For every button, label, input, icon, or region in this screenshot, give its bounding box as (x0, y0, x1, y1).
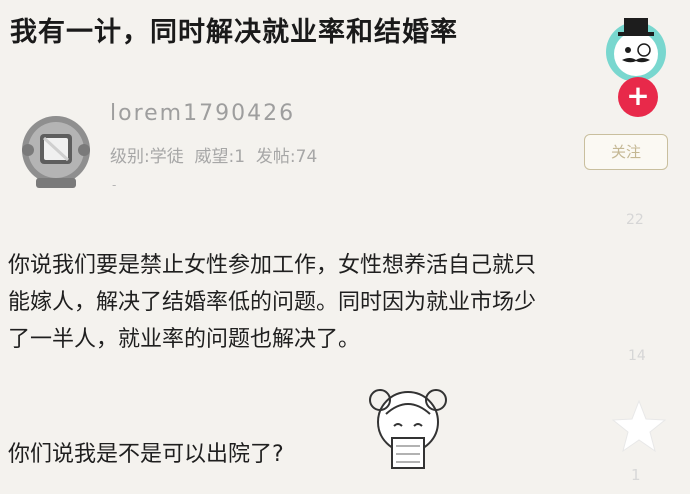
star-icon[interactable] (610, 398, 668, 456)
level-label: 级别:学徒 (110, 147, 184, 167)
post-line: 你说我们要是禁止女性参加工作，女性想养活自己就只 (8, 253, 537, 278)
post-title: 我有一计，同时解决就业率和结婚率 (10, 17, 458, 48)
prestige-label: 威望:1 (194, 147, 246, 167)
posts-label: 发帖:74 (255, 147, 318, 167)
follow-button[interactable]: 关注 (584, 134, 668, 170)
divider-dash: - (112, 178, 117, 192)
user-meta: 级别:学徒 威望:1 发帖:74 (110, 142, 317, 167)
side-count: 22 (626, 212, 644, 228)
chibi-sticker-icon (369, 389, 447, 469)
star-count: 1 (631, 466, 641, 484)
diving-helmet-avatar-icon[interactable] (14, 110, 98, 194)
post-body: 你说我们要是禁止女性参加工作，女性想养活自己就只 能嫁人，解决了结婚率低的问题。… (8, 247, 678, 358)
post-question: 你们说我是不是可以出院了? (8, 442, 284, 467)
mascot-avatar-icon[interactable] (598, 12, 674, 80)
post-line: 能嫁人，解决了结婚率低的问题。同时因为就业市场少 (8, 290, 537, 315)
add-button[interactable]: + (618, 77, 658, 117)
post-line: 了一半人，就业率的问题也解决了。 (8, 327, 361, 352)
username[interactable]: lorem1790426 (110, 101, 295, 126)
